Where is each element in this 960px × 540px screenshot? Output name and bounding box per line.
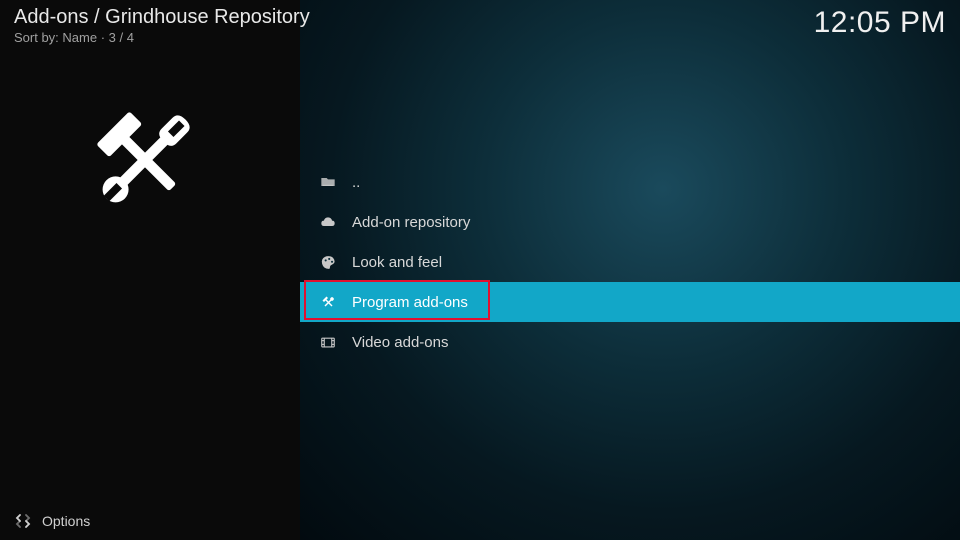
header: Add-ons / Grindhouse Repository Sort by:…: [14, 6, 946, 45]
addon-list: .. Add-on repository: [300, 162, 960, 362]
list-item-video-addons[interactable]: Video add-ons: [300, 322, 960, 362]
cloud-icon: [318, 212, 338, 232]
list-item-parent[interactable]: ..: [300, 162, 960, 202]
item-label: Add-on repository: [352, 214, 470, 231]
item-label: Look and feel: [352, 254, 442, 271]
list-item-look-feel[interactable]: Look and feel: [300, 242, 960, 282]
film-icon: [318, 332, 338, 352]
item-label: Program add-ons: [352, 294, 468, 311]
sort-info: Sort by: Name · 3 / 4: [14, 30, 310, 45]
breadcrumb: Add-ons / Grindhouse Repository: [14, 6, 310, 29]
item-label: Video add-ons: [352, 334, 448, 351]
folder-up-icon: [318, 172, 338, 192]
sidebar: [0, 0, 300, 540]
clock: 12:05 PM: [814, 6, 946, 40]
options-label: Options: [42, 513, 90, 529]
tools-icon: [318, 292, 338, 312]
item-label: ..: [352, 174, 360, 191]
category-icon: [80, 95, 210, 225]
content-area: .. Add-on repository: [300, 0, 960, 540]
list-item-program-addons[interactable]: Program add-ons: [300, 282, 960, 322]
paint-icon: [318, 252, 338, 272]
footer-options[interactable]: Options: [14, 512, 90, 530]
list-item-repository[interactable]: Add-on repository: [300, 202, 960, 242]
options-icon: [14, 512, 32, 530]
